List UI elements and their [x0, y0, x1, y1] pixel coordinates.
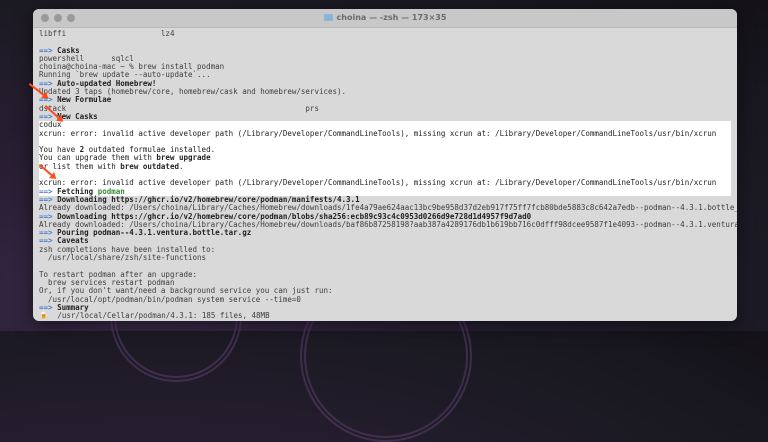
terminal-line: /usr/local/share/zsh/site-functions — [39, 253, 731, 263]
folder-icon — [323, 14, 333, 21]
window-title: choina — -zsh — 173×35 — [33, 9, 737, 27]
terminal-text: . — [178, 161, 184, 171]
terminal-line: /usr/local/opt/podman/bin/podman system … — [39, 295, 731, 304]
terminal-line: ==> Pouring podman--4.3.1.ventura.bottle… — [39, 228, 731, 237]
terminal-line: xcrun: error: invalid active developer p… — [39, 178, 731, 188]
terminal-text: or list them with — [39, 161, 121, 171]
terminal-line: 🍺 /usr/local/Cellar/podman/4.3.1: 185 fi… — [39, 311, 731, 321]
window-title-text: choina — -zsh — 173×35 — [336, 13, 447, 22]
terminal-text: xcrun: error: invalid active developer p… — [39, 178, 717, 188]
terminal-text: brew outdated — [120, 161, 179, 171]
terminal-text: /usr/local/share/zsh/site-functions — [39, 253, 207, 263]
terminal-line: dstack prs — [39, 104, 731, 113]
terminal-line: libffi lz4 — [39, 29, 731, 38]
terminal-text: xcrun: error: invalid active developer p… — [39, 128, 717, 138]
terminal-line: ==> New Casks — [39, 112, 731, 121]
terminal-line: ==> Casks — [39, 46, 731, 55]
terminal-text: 🍺 /usr/local/Cellar/podman/4.3.1: 185 fi… — [39, 311, 270, 321]
terminal-line: xcrun: error: invalid active developer p… — [39, 128, 731, 138]
terminal-window: choina — -zsh — 173×35 libffi lz4 ==> Cas… — [33, 9, 737, 321]
terminal-output[interactable]: libffi lz4 ==> Casks powershell sqlcl choin… — [33, 28, 737, 321]
terminal-line: Updated 3 taps (homebrew/core, homebrew/… — [39, 87, 731, 96]
terminal-text: libffi lz4 — [39, 29, 175, 38]
title-bar[interactable]: choina — -zsh — 173×35 — [33, 9, 737, 28]
terminal-line: or list them with brew outdated. — [39, 161, 731, 172]
